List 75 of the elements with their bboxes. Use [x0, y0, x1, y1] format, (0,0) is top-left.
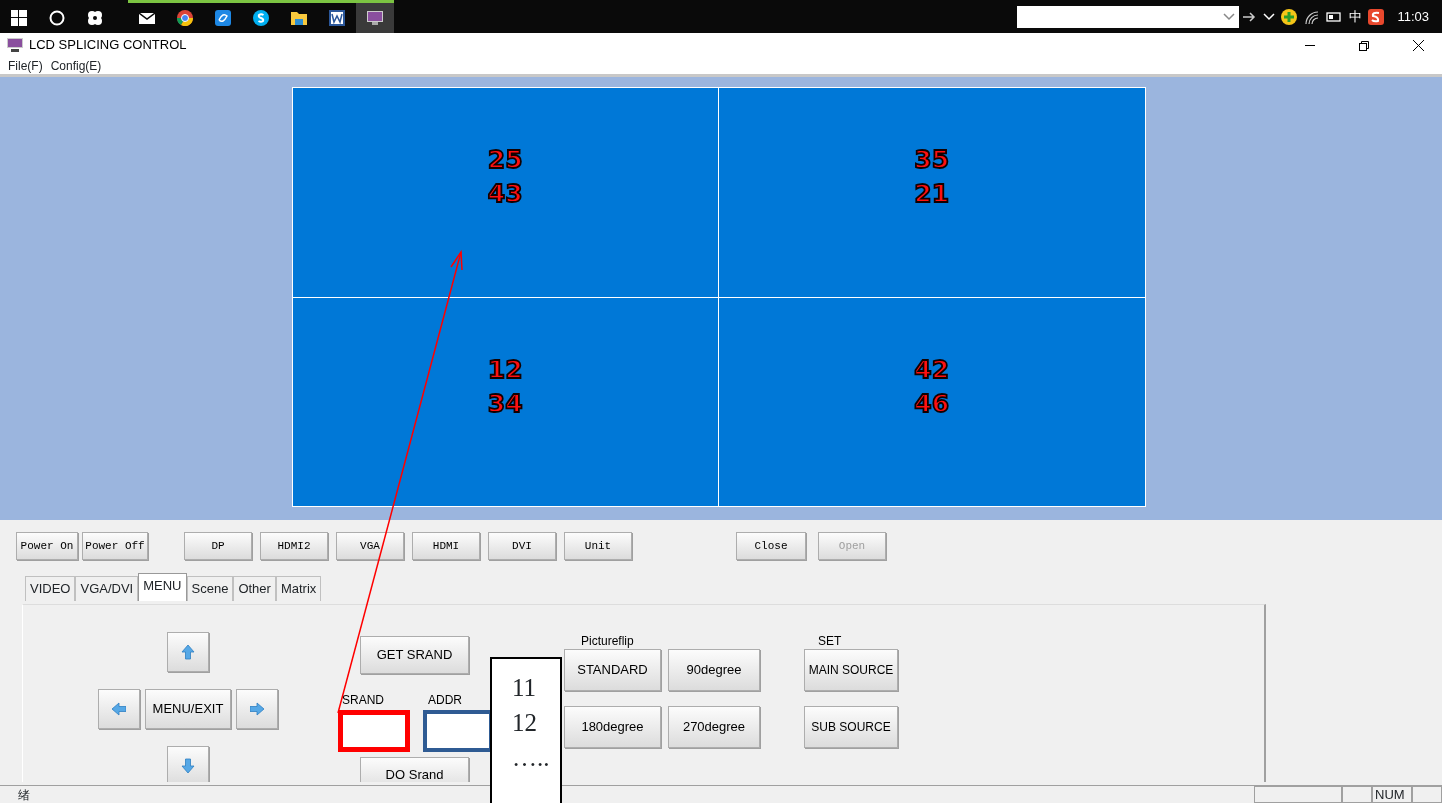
menu-item[interactable]: File(F) [8, 56, 43, 75]
right-button[interactable] [236, 689, 278, 729]
toolbar-button[interactable]: HDMI2 [260, 532, 328, 560]
dropdown-icon [1223, 12, 1236, 21]
tab[interactable]: Other [233, 576, 276, 601]
plus-icon [1281, 8, 1298, 25]
browser-icon [215, 10, 231, 26]
taskbar-app[interactable] [356, 0, 394, 33]
app-icon [7, 38, 23, 52]
arrow-icon [181, 644, 195, 660]
tab[interactable]: VGA/DVI [75, 576, 139, 601]
srand-field[interactable] [338, 710, 410, 752]
flip-button[interactable]: STANDARD [564, 649, 661, 691]
do-srand-button[interactable]: DO Srand [360, 757, 469, 782]
tile-number: 42 [914, 353, 950, 386]
flip-button[interactable]: 90degree [668, 649, 760, 691]
toolbar-button[interactable]: VGA [336, 532, 404, 560]
envelope-icon [139, 10, 155, 26]
flip-button[interactable]: 270degree [668, 706, 760, 748]
window-title: LCD SPLICING CONTROL [29, 36, 187, 55]
source-button[interactable]: MAIN SOURCE [804, 649, 898, 691]
annotation-text: 12 [512, 708, 538, 738]
wifi-icon [1303, 9, 1320, 24]
down-button[interactable] [167, 746, 209, 782]
tab[interactable]: Scene [186, 576, 234, 601]
minimize-icon [1305, 44, 1315, 47]
arrow-icon [112, 701, 126, 717]
address-field[interactable] [1017, 5, 1240, 28]
flip-button[interactable]: 180degree [564, 706, 661, 748]
toolbar-button[interactable]: HDMI [412, 532, 480, 560]
addr-field[interactable] [423, 710, 493, 752]
tile-number: 21 [914, 178, 950, 211]
folder-icon [291, 10, 307, 26]
menu-item[interactable]: Config(E) [50, 56, 102, 75]
tile-number: 25 [487, 144, 523, 177]
restore-icon [1359, 40, 1369, 51]
annotation-text: 11 [512, 673, 538, 703]
left-button[interactable] [98, 689, 140, 729]
tab[interactable]: Matrix [275, 576, 322, 601]
windows-icon [11, 10, 27, 26]
addr-label: ADDR [428, 692, 462, 709]
monitor-icon [367, 10, 383, 26]
close-icon [1412, 40, 1424, 52]
circle-icon [49, 10, 65, 26]
tile-number: 46 [914, 387, 950, 420]
tile-number: 35 [914, 144, 950, 177]
arrow-icon [181, 758, 195, 774]
input-method-label[interactable]: 中 [1348, 6, 1362, 27]
arrow-icon [250, 701, 264, 717]
battery-icon [1326, 11, 1343, 22]
tab[interactable]: VIDEO [25, 576, 76, 601]
tile-number: 12 [487, 353, 523, 386]
up-button[interactable] [167, 632, 209, 672]
status-text: 绪 [17, 786, 30, 803]
toolbar-button[interactable]: Unit [564, 532, 632, 560]
annotation-text: ….. [512, 743, 551, 773]
set-label: SET [818, 633, 843, 649]
toolbar-button[interactable]: Power On [16, 532, 78, 560]
status-indicator: NUM [1372, 786, 1412, 803]
srand-label: SRAND [342, 692, 385, 709]
tab[interactable]: MENU [138, 573, 187, 601]
menu-exit-button[interactable]: MENU/EXIT [145, 689, 231, 729]
pictureflip-label: Pictureflip [581, 633, 635, 649]
toolbar-button[interactable]: DP [184, 532, 252, 560]
toolbar-button[interactable]: Close [736, 532, 806, 560]
clock[interactable]: 11:03 [1397, 6, 1429, 27]
chevron-icon [1262, 12, 1275, 21]
get-srand-button[interactable]: GET SRAND [360, 636, 469, 674]
toolbar-button[interactable]: DVI [488, 532, 556, 560]
tile-number: 34 [487, 387, 523, 420]
tile-number: 43 [487, 178, 523, 211]
source-button[interactable]: SUB SOURCE [804, 706, 898, 748]
arrow-icon [1242, 11, 1257, 22]
toolbar-button[interactable]: Power Off [82, 532, 148, 560]
fan-icon [87, 10, 103, 26]
